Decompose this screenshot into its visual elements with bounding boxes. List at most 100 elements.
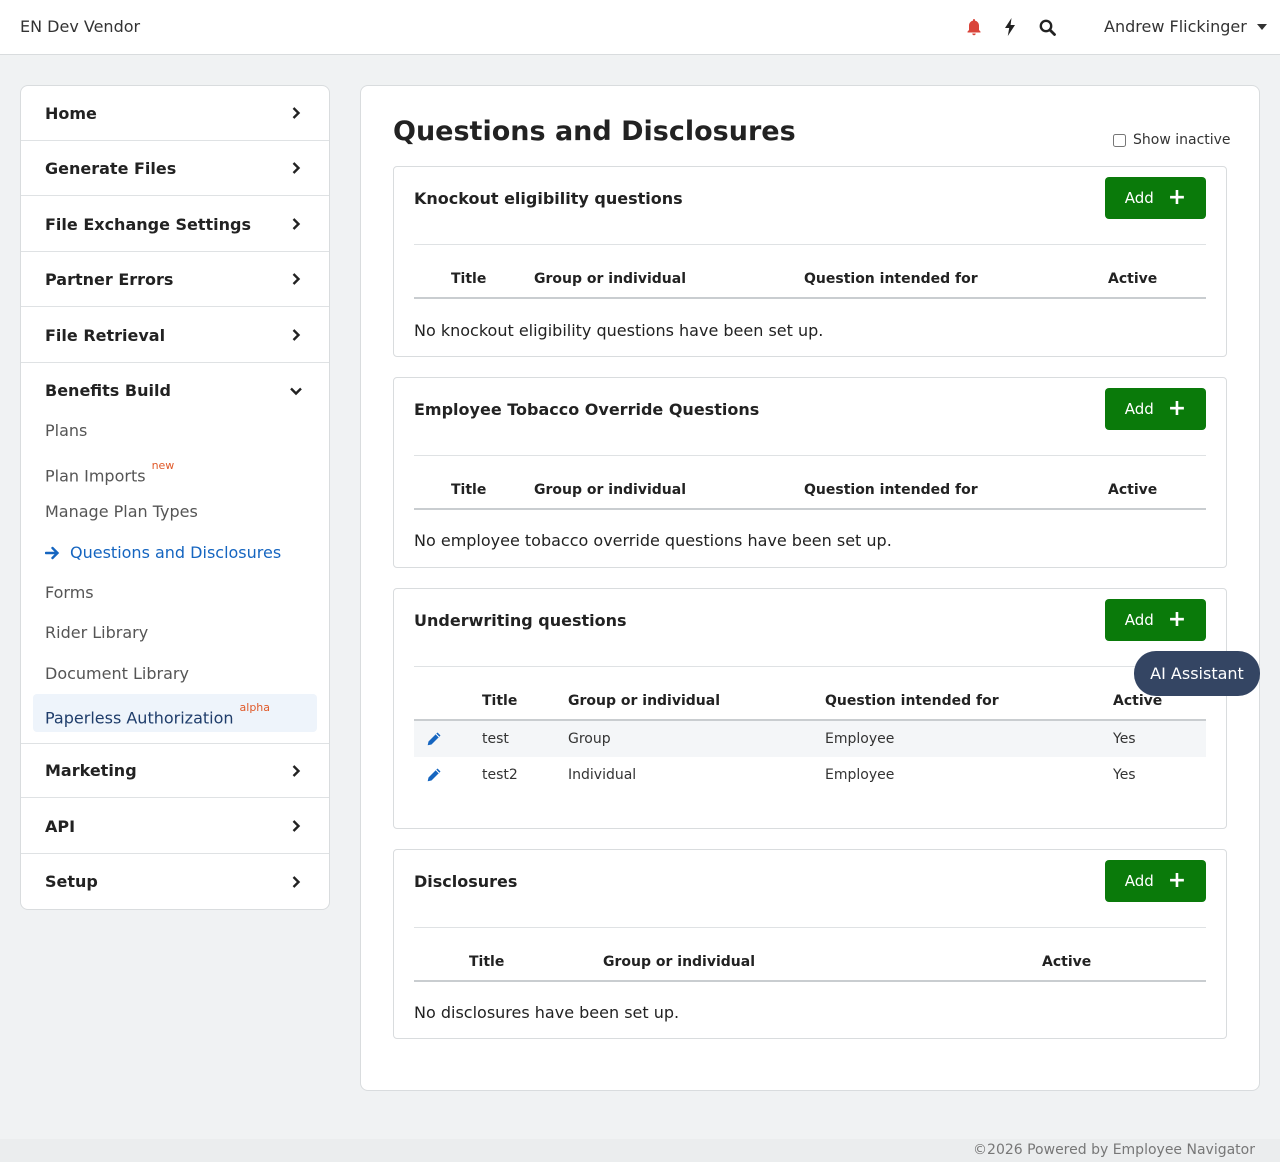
chevron-right-icon	[292, 329, 301, 341]
column-header[interactable]: Active	[1042, 954, 1091, 970]
cell-group: Individual	[568, 767, 637, 783]
sidebar-item-api[interactable]: API	[21, 799, 329, 854]
pencil-icon[interactable]	[426, 767, 442, 783]
knockout-section: Knockout eligibility questions Add + Titl…	[393, 166, 1227, 357]
show-inactive-checkbox[interactable]	[1113, 133, 1126, 147]
table-header: Title Group or individual Active	[414, 940, 1206, 982]
table-header: Title Group or individual Question inten…	[414, 257, 1206, 299]
chevron-right-icon	[292, 273, 301, 285]
add-underwriting-button[interactable]: Add +	[1105, 599, 1206, 641]
column-header[interactable]: Title	[482, 693, 517, 709]
chevron-right-icon	[292, 218, 301, 230]
user-name: Andrew Flickinger	[1104, 17, 1247, 36]
page-title: Questions and Disclosures	[393, 116, 796, 147]
chevron-right-icon	[292, 162, 301, 174]
sidebar-item-setup[interactable]: Setup	[21, 854, 329, 909]
top-bar: EN Dev Vendor Andrew Flickinger	[0, 0, 1280, 55]
cell-intended-for: Employee	[825, 767, 895, 783]
sidebar-item-label: Partner Errors	[45, 269, 174, 289]
alpha-badge: alpha	[239, 701, 271, 714]
column-header[interactable]: Question intended for	[804, 482, 978, 498]
search-icon[interactable]	[1037, 16, 1057, 38]
divider	[414, 666, 1206, 667]
chevron-right-icon	[292, 107, 301, 119]
column-header[interactable]: Active	[1108, 271, 1157, 287]
chevron-right-icon	[292, 875, 301, 888]
plus-icon: +	[1167, 185, 1187, 210]
column-header[interactable]: Group or individual	[568, 693, 720, 709]
column-header[interactable]: Title	[451, 271, 486, 287]
sidebar-subitem-paperless-authorization[interactable]: Paperless Authorizationalpha	[45, 701, 271, 727]
new-badge: new	[151, 459, 175, 472]
table-header: Title Group or individual Question inten…	[414, 679, 1206, 721]
column-header[interactable]: Title	[451, 482, 486, 498]
column-header[interactable]: Title	[469, 954, 504, 970]
main-card: Questions and Disclosures Show inactive …	[360, 85, 1260, 1091]
section-title: Employee Tobacco Override Questions	[414, 400, 760, 419]
add-disclosure-button[interactable]: Add +	[1105, 860, 1206, 902]
sidebar-item-file-retrieval[interactable]: File Retrieval	[21, 308, 329, 363]
underwriting-section: Underwriting questions Add + Title Group …	[393, 588, 1227, 829]
empty-message: No knockout eligibility questions have b…	[414, 321, 824, 340]
bell-icon[interactable]	[964, 16, 984, 38]
empty-message: No disclosures have been set up.	[414, 1003, 680, 1022]
add-knockout-button[interactable]: Add +	[1105, 177, 1206, 219]
column-header[interactable]: Active	[1108, 482, 1157, 498]
cell-group: Group	[568, 731, 611, 747]
section-title: Knockout eligibility questions	[414, 189, 683, 208]
cell-intended-for: Employee	[825, 731, 895, 747]
chevron-down-icon	[290, 387, 302, 395]
show-inactive-toggle[interactable]: Show inactive	[1113, 132, 1231, 148]
sidebar-item-generate-files[interactable]: Generate Files	[21, 141, 329, 196]
section-title: Underwriting questions	[414, 611, 627, 630]
column-header[interactable]: Group or individual	[534, 482, 686, 498]
disclosures-section: Disclosures Add + Title Group or individu…	[393, 849, 1227, 1039]
empty-message: No employee tobacco override questions h…	[414, 531, 892, 550]
brand-name[interactable]: EN Dev Vendor	[20, 17, 140, 36]
sidebar-subitem-questions-and-disclosures[interactable]: Questions and Disclosures	[45, 541, 281, 565]
sidebar-subitem-forms[interactable]: Forms	[45, 581, 94, 605]
sidebar-subitem-plans[interactable]: Plans	[45, 419, 87, 443]
sidebar-item-label: Setup	[45, 872, 98, 891]
sidebar-item-label: Benefits Build	[45, 381, 171, 400]
ai-assistant-button[interactable]: AI Assistant	[1134, 651, 1260, 696]
sidebar-item-benefits-build[interactable]: Benefits Build	[21, 363, 329, 418]
sidebar-item-label: API	[45, 816, 76, 836]
sidebar-item-label: Marketing	[45, 761, 137, 780]
sidebar-subitem-rider-library[interactable]: Rider Library	[45, 621, 148, 645]
chevron-right-icon	[292, 764, 301, 777]
cell-active: Yes	[1113, 731, 1136, 747]
column-header[interactable]: Question intended for	[825, 693, 999, 709]
user-menu[interactable]: Andrew Flickinger	[1104, 17, 1267, 36]
arrow-right-icon	[45, 546, 60, 560]
sidebar-item-home[interactable]: Home	[21, 86, 329, 141]
sidebar-subitem-plan-imports[interactable]: Plan Importsnew	[45, 459, 175, 485]
cell-title: test	[482, 731, 509, 747]
sidebar-item-file-exchange-settings[interactable]: File Exchange Settings	[21, 197, 329, 252]
table-row: test2 Individual Employee Yes	[414, 757, 1206, 793]
sidebar-item-partner-errors[interactable]: Partner Errors	[21, 252, 329, 307]
column-header[interactable]: Question intended for	[804, 271, 978, 287]
section-title: Disclosures	[414, 872, 518, 891]
sidebar-item-label: Home	[45, 103, 97, 123]
footer-text: ©2026 Powered by Employee Navigator	[973, 1142, 1255, 1158]
column-header[interactable]: Group or individual	[534, 271, 686, 287]
sidebar-subitem-manage-plan-types[interactable]: Manage Plan Types	[45, 500, 198, 524]
divider	[414, 244, 1206, 245]
cell-title: test2	[482, 767, 518, 783]
show-inactive-label: Show inactive	[1133, 132, 1231, 148]
plus-icon: +	[1167, 396, 1187, 421]
add-tobacco-button[interactable]: Add +	[1105, 388, 1206, 430]
sidebar-item-marketing[interactable]: Marketing	[21, 743, 329, 798]
table-row: test Group Employee Yes	[414, 721, 1206, 757]
bolt-icon[interactable]	[1000, 16, 1020, 38]
chevron-right-icon	[292, 820, 301, 832]
pencil-icon[interactable]	[426, 731, 442, 747]
table-header: Title Group or individual Question inten…	[414, 468, 1206, 510]
sidebar-item-label: Generate Files	[45, 158, 177, 178]
sidebar-subitem-document-library[interactable]: Document Library	[45, 662, 189, 686]
column-header[interactable]: Group or individual	[603, 954, 755, 970]
caret-down-icon	[1256, 23, 1267, 30]
divider	[414, 927, 1206, 928]
divider	[414, 455, 1206, 456]
